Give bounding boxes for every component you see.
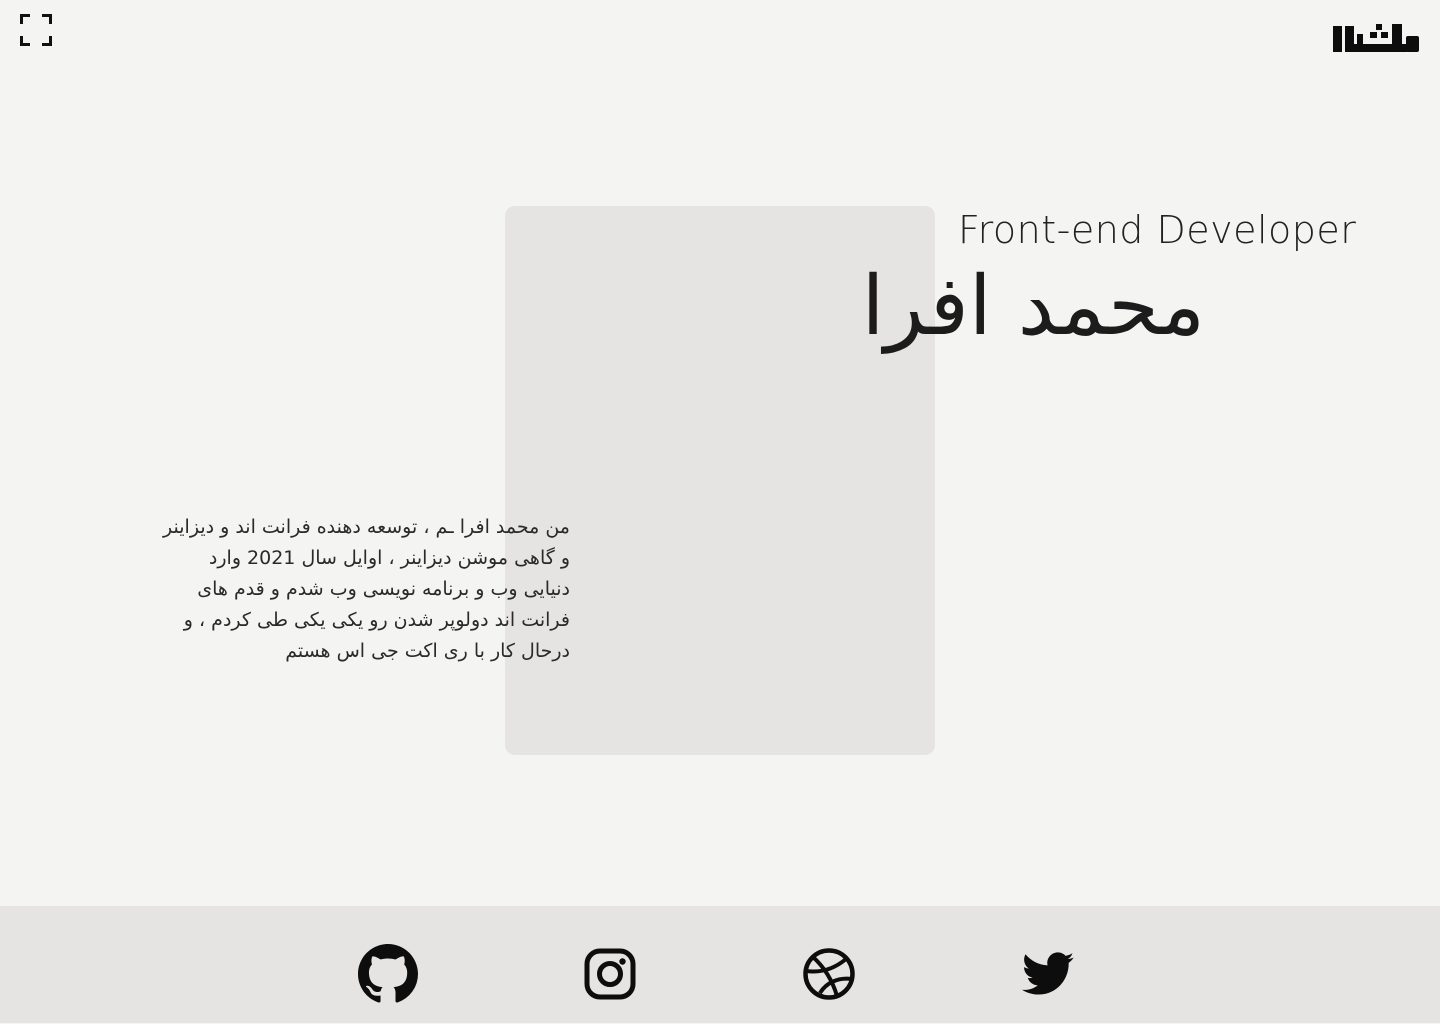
name-title: محمد افرا <box>861 259 1205 354</box>
github-icon <box>358 944 418 1003</box>
instagram-link[interactable] <box>580 944 640 1004</box>
logo-icon <box>1333 24 1419 52</box>
fullscreen-icon <box>20 14 52 46</box>
dribbble-link[interactable] <box>799 944 859 1004</box>
twitter-link[interactable] <box>1018 944 1078 1004</box>
role-title: Front-end Developer <box>958 208 1357 252</box>
twitter-icon <box>1022 952 1074 995</box>
brand-logo[interactable] <box>1332 18 1420 58</box>
dribbble-icon <box>803 948 855 1000</box>
fullscreen-button[interactable] <box>20 14 52 46</box>
instagram-icon <box>584 948 636 1000</box>
footer-social-bar <box>0 906 1440 1023</box>
github-link[interactable] <box>358 944 418 1004</box>
bio-paragraph: من محمد افرا ـم ، توسعه دهنده فرانت اند … <box>163 516 570 662</box>
